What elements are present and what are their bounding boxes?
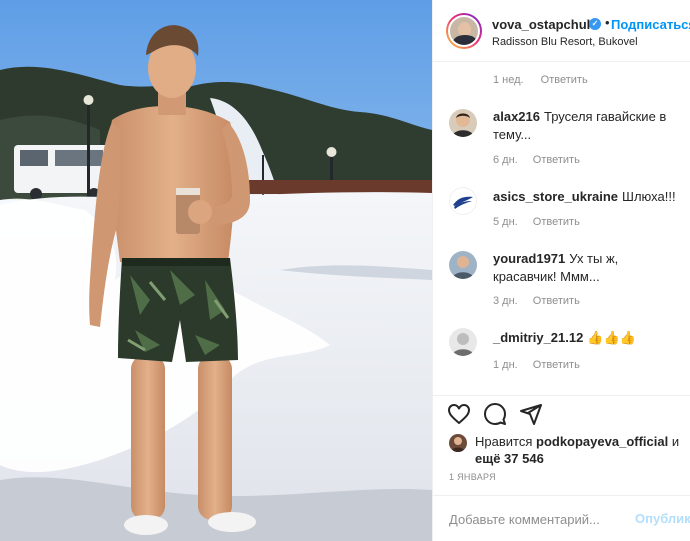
post-header: vova_ostapchuk ✓ • Подписаться Radisson … [433,0,690,62]
comment-time: 3 дн. [493,295,518,307]
likes-count[interactable]: ещё 37 546 [475,451,544,466]
comment-reply-button[interactable]: Ответить [533,216,580,228]
likes-text: Нравится podkopayeva_official и ещё 37 5… [475,433,687,467]
publish-button[interactable]: Опубликовать [635,511,690,526]
likes-and: и [671,434,680,449]
comment-avatar[interactable] [449,109,477,137]
comment-reply-button[interactable]: Ответить [533,295,580,307]
author-avatar[interactable] [446,13,482,49]
likes-prefix: Нравится [475,434,533,449]
comment-time: 5 дн. [493,216,518,228]
verified-badge-icon: ✓ [589,18,601,30]
comment-body: Шлюха!!! [622,189,676,204]
comments-list[interactable]: 1 нед. Ответить alax216 Труселя гавайские… [433,63,690,393]
comment-time: 1 дн. [493,359,518,371]
comment-text: _dmitriy_21.12 👍👍👍 [493,329,683,347]
author-username[interactable]: vova_ostapchuk [492,17,594,32]
comment-avatar[interactable] [449,187,477,215]
comment-icon[interactable] [483,402,507,426]
comment-meta: 6 дн. Ответить [493,154,580,166]
comment-meta: 5 дн. Ответить [493,216,580,228]
comment-username[interactable]: yourad1971 [493,251,565,266]
heart-icon[interactable] [447,402,471,426]
comment-username[interactable]: asics_store_ukraine [493,189,618,204]
comment-avatar[interactable] [449,251,477,279]
caption-reply-button[interactable]: Ответить [541,74,588,86]
comment-text: yourad1971 Ух ты ж, красавчик! Ммм... [493,250,683,286]
post-photo[interactable] [0,0,432,541]
comment-avatar[interactable] [449,328,477,356]
post-panel: vova_ostapchuk ✓ • Подписаться Radisson … [432,0,690,541]
add-comment-bar: Опубликовать [433,495,690,541]
comment-body: 👍👍👍 [587,330,636,345]
caption-time: 1 нед. [493,74,524,86]
caption-meta: 1 нед. Ответить [493,74,588,86]
post-image [0,0,432,541]
comment-time: 6 дн. [493,154,518,166]
comment-meta: 1 дн. Ответить [493,359,580,371]
post-date[interactable]: 1 января [449,472,496,482]
header-separator: • [605,15,610,30]
comment-text: asics_store_ukraine Шлюха!!! [493,188,683,206]
comment-text: alax216 Труселя гавайские в тему... [493,108,683,144]
comment-meta: 3 дн. Ответить [493,295,580,307]
liker-username[interactable]: podkopayeva_official [536,434,668,449]
share-icon[interactable] [519,402,543,426]
follow-button[interactable]: Подписаться [611,17,690,32]
comment-reply-button[interactable]: Ответить [533,359,580,371]
comment-username[interactable]: alax216 [493,109,540,124]
post-location[interactable]: Radisson Blu Resort, Bukovel [492,36,638,48]
comment-reply-button[interactable]: Ответить [533,154,580,166]
comment-input[interactable] [449,510,629,528]
comment-username[interactable]: _dmitriy_21.12 [493,330,583,345]
liker-avatar[interactable] [449,434,467,452]
